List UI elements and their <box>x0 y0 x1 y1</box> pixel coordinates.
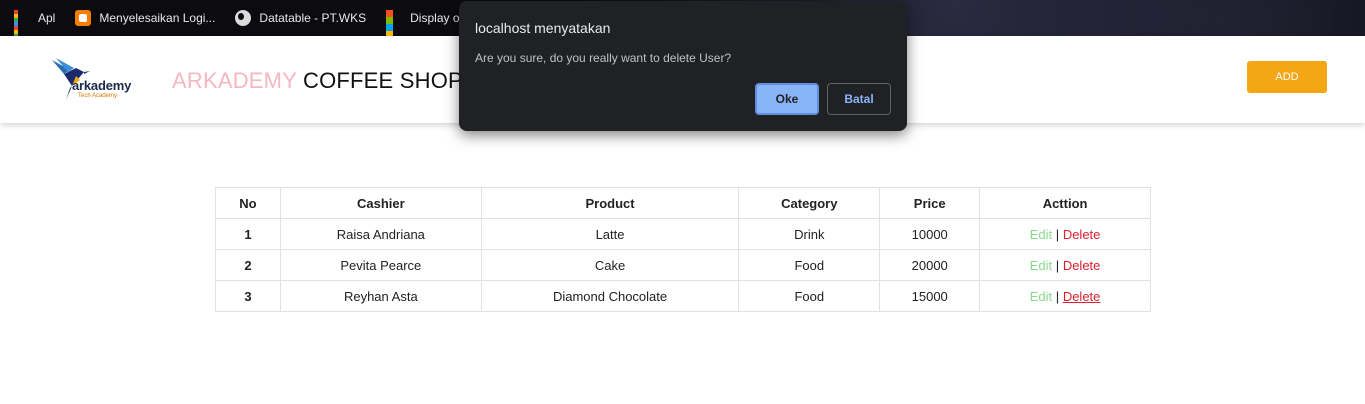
cell-no: 3 <box>215 280 281 312</box>
column-header-product: Product <box>480 187 740 219</box>
action-separator: | <box>1055 257 1060 273</box>
cell-action: Edit | Delete <box>979 280 1151 312</box>
cell-product: Diamond Chocolate <box>480 280 740 312</box>
table-row: 3 Reyhan Asta Diamond Chocolate Food 150… <box>215 280 1151 312</box>
action-separator: | <box>1055 226 1060 242</box>
cell-product: Latte <box>480 218 740 250</box>
dialog-title: localhost menyatakan <box>475 20 611 36</box>
column-header-cashier: Cashier <box>279 187 482 219</box>
apps-grid-icon <box>14 10 30 46</box>
dialog-message: Are you sure, do you really want to dele… <box>475 51 732 65</box>
brand-accent: ARKADEMY <box>172 68 297 93</box>
brand-rest: COFFEE SHOP <box>303 68 463 93</box>
delete-link[interactable]: Delete <box>1063 289 1101 304</box>
bookmark-label: Menyelesaikan Logi... <box>99 11 216 25</box>
globe-icon <box>235 10 252 26</box>
ok-button[interactable]: Oke <box>755 83 819 115</box>
table-row: 1 Raisa Andriana Latte Drink 10000 Edit … <box>215 218 1151 250</box>
edit-link[interactable]: Edit <box>1030 227 1052 242</box>
cell-no: 1 <box>215 218 281 250</box>
transactions-table: No Cashier Product Category Price Acttio… <box>215 187 1151 312</box>
cancel-button[interactable]: Batal <box>827 83 891 115</box>
delete-link[interactable]: Delete <box>1063 258 1101 273</box>
cell-cashier: Pevita Pearce <box>279 249 482 281</box>
cell-no: 2 <box>215 249 281 281</box>
bookmark-label: Apl <box>38 11 56 25</box>
page-title: ARKADEMY COFFEE SHOP <box>172 68 463 94</box>
cell-category: Drink <box>738 218 881 250</box>
add-button[interactable]: ADD <box>1247 61 1327 93</box>
bookmark-datatable[interactable]: Datatable - PT.WKS <box>235 10 366 26</box>
column-header-category: Category <box>738 187 881 219</box>
cell-cashier: Raisa Andriana <box>279 218 482 250</box>
confirm-dialog: localhost menyatakan Are you sure, do yo… <box>459 1 907 131</box>
edit-link[interactable]: Edit <box>1030 289 1052 304</box>
action-separator: | <box>1055 288 1060 304</box>
cell-category: Food <box>738 249 881 281</box>
cell-price: 15000 <box>879 280 981 312</box>
table-row: 2 Pevita Pearce Cake Food 20000 Edit | D… <box>215 249 1151 281</box>
table-header-row: No Cashier Product Category Price Acttio… <box>215 187 1151 219</box>
column-header-action: Acttion <box>979 187 1151 219</box>
arkademy-logo[interactable]: arkademy Tech Academy <box>50 56 150 104</box>
cell-price: 20000 <box>879 249 981 281</box>
microsoft-icon <box>386 10 402 38</box>
bookmark-label: Datatable - PT.WKS <box>259 11 367 25</box>
cell-action: Edit | Delete <box>979 218 1151 250</box>
cell-cashier: Reyhan Asta <box>279 280 482 312</box>
column-header-price: Price <box>879 187 981 219</box>
blogger-icon <box>75 10 92 26</box>
bookmark-blogger[interactable]: Menyelesaikan Logi... <box>75 10 215 26</box>
cell-product: Cake <box>480 249 740 281</box>
logo-text: arkademy <box>72 78 132 93</box>
cell-category: Food <box>738 280 881 312</box>
cell-price: 10000 <box>879 218 981 250</box>
cell-action: Edit | Delete <box>979 249 1151 281</box>
edit-link[interactable]: Edit <box>1030 258 1052 273</box>
bookmark-apps[interactable]: Apl <box>14 10 56 46</box>
logo-subtitle: Tech Academy <box>78 93 118 99</box>
column-header-no: No <box>215 187 281 219</box>
delete-link[interactable]: Delete <box>1063 227 1101 242</box>
